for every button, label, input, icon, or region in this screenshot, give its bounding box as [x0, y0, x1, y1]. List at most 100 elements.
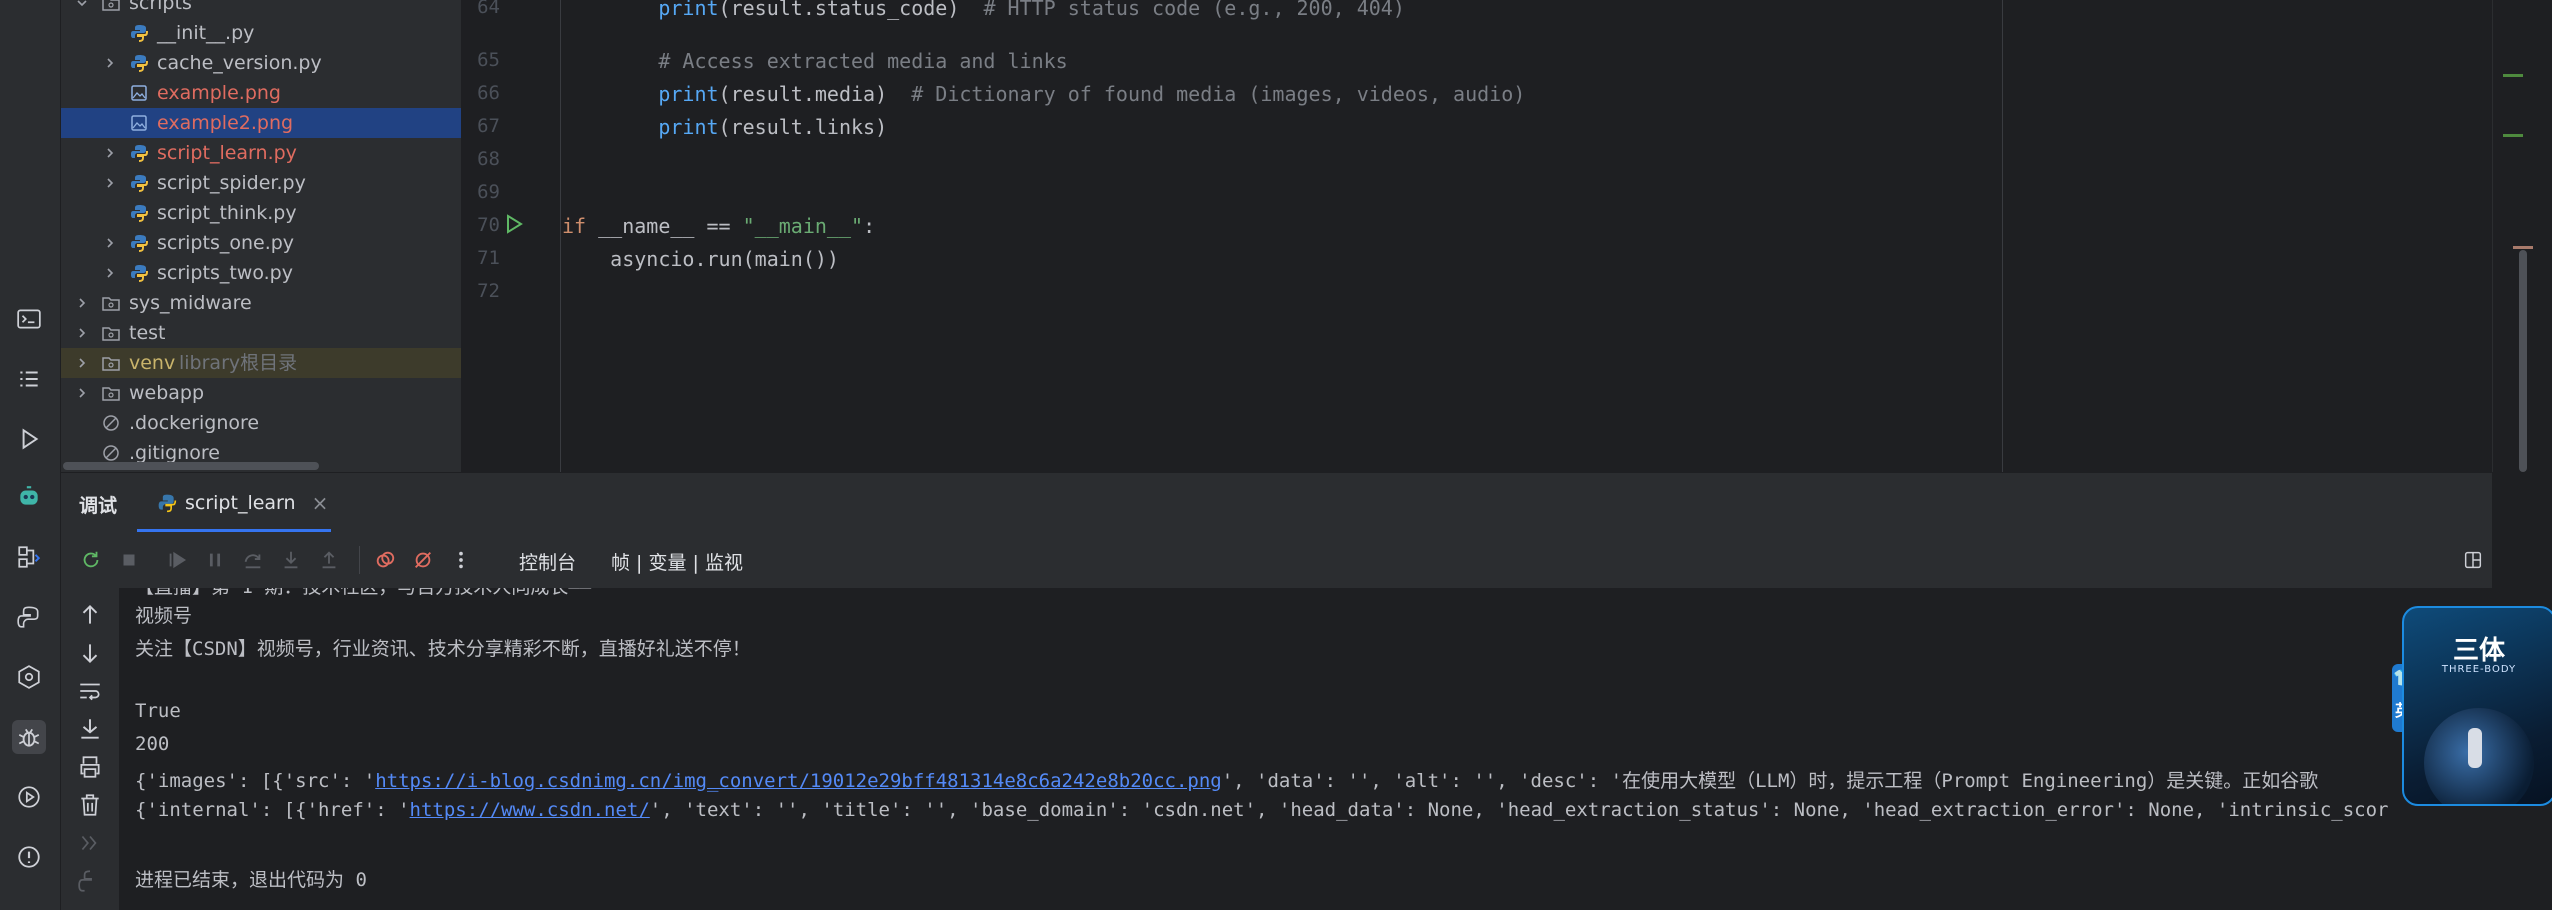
step-into-icon[interactable] [277, 546, 305, 574]
editor-scrollbar-thumb[interactable] [2519, 250, 2527, 472]
console-line-internal: {'internal': [{'href': 'https://www.csdn… [135, 799, 2389, 821]
rerun-icon[interactable] [77, 546, 105, 574]
tab-frames-variables[interactable]: 帧 | 变量 | 监视 [611, 548, 743, 575]
tree-item-label: webapp [129, 382, 205, 404]
console-line: 200 [135, 733, 170, 755]
chevron-right-icon[interactable] [75, 296, 89, 310]
chevron-right-icon[interactable] [103, 266, 117, 280]
internal-suffix: ', 'text': '', 'title': '', 'base_domain… [649, 799, 2389, 821]
tree-item[interactable]: test [61, 318, 461, 348]
pause-icon[interactable] [201, 546, 229, 574]
close-tab-icon[interactable]: × [312, 491, 329, 515]
layout-icon[interactable] [2459, 546, 2487, 574]
copilot-icon[interactable] [12, 480, 46, 514]
tree-item[interactable]: script_think.py [61, 198, 461, 228]
tree-item[interactable]: webapp [61, 378, 461, 408]
run-icon[interactable] [12, 422, 46, 456]
tree-item[interactable]: .dockerignore [61, 408, 461, 438]
folder-icon [102, 0, 120, 11]
python-file-icon [131, 25, 148, 42]
ad-subtitle: THREE-BODY [2441, 664, 2517, 675]
code-line: print(result.status_code) # HTTP status … [658, 0, 1405, 20]
python-console-icon[interactable] [12, 600, 46, 634]
change-marker [2503, 74, 2523, 77]
tab-label: script_learn [185, 492, 296, 514]
view-breakpoints-icon[interactable] [371, 546, 399, 574]
tree-item-label: script_think.py [157, 202, 297, 224]
project-tree: scripts __init__.py cache_version.pyexampl… [61, 0, 461, 472]
astronaut-figure [2468, 728, 2482, 768]
scroll-to-end-icon[interactable] [77, 716, 103, 742]
tree-item[interactable]: cache_version.py [61, 48, 461, 78]
code-line: # Access extracted media and links [562, 49, 1068, 73]
stop-icon[interactable] [115, 546, 143, 574]
step-out-icon[interactable] [315, 546, 343, 574]
tab-console[interactable]: 控制台 [519, 548, 576, 575]
step-over-icon[interactable] [239, 546, 267, 574]
line-number: 67 [477, 115, 500, 137]
chevron-right-icon[interactable] [75, 356, 89, 370]
tree-item[interactable]: scripts [61, 0, 461, 18]
run-gutter-icon[interactable] [504, 214, 524, 234]
more-options-icon[interactable] [447, 546, 475, 574]
terminal-icon[interactable] [12, 302, 46, 336]
tab-script-learn[interactable]: script_learn × [157, 485, 328, 521]
tree-horizontal-scrollbar[interactable] [63, 462, 319, 470]
debug-icon[interactable] [12, 720, 46, 754]
tree-item[interactable]: __init__.py [61, 18, 461, 48]
console-line: 关注【CSDN】视频号，行业资讯、技术分享精彩不断，直播好礼送不停！ [135, 638, 751, 660]
chevron-right-icon[interactable] [103, 56, 117, 70]
tree-item-label: script_learn.py [157, 142, 297, 164]
editor-scroll-rail[interactable] [2492, 0, 2552, 472]
line-number: 71 [477, 247, 500, 269]
tree-item-label: sys_midware [129, 292, 252, 314]
code-line: asyncio.run(main()) [562, 247, 839, 271]
clear-console-icon[interactable] [77, 792, 103, 818]
chevron-right-icon[interactable] [75, 326, 89, 340]
print-icon[interactable] [77, 754, 103, 780]
ignore-file-icon [103, 445, 119, 461]
tree-item[interactable]: example2.png [61, 108, 461, 138]
chevron-right-icon[interactable] [103, 176, 117, 190]
tree-item[interactable]: example.png [61, 78, 461, 108]
code-line: print(result.links) [658, 115, 888, 139]
tool-window-strip [0, 0, 61, 910]
chevron-right-icon[interactable] [103, 236, 117, 250]
right-margin-guide [2002, 0, 2003, 472]
expand-more-icon[interactable] [77, 830, 103, 856]
tree-item-label: scripts_two.py [157, 262, 293, 284]
mute-breakpoints-icon[interactable] [409, 546, 437, 574]
chevron-right-icon[interactable] [103, 146, 117, 160]
tree-item[interactable]: sys_midware [61, 288, 461, 318]
tree-item[interactable]: script_spider.py [61, 168, 461, 198]
python-packages-icon[interactable] [12, 660, 46, 694]
tree-item[interactable]: scripts_one.py [61, 228, 461, 258]
ad-title: 三体 [2452, 636, 2505, 666]
python-file-icon [131, 235, 148, 252]
line-gutter: 64 65 66 67 68 69 70 71 72 [462, 0, 560, 472]
internal-href-link[interactable]: https://www.csdn.net/ [410, 799, 650, 821]
python-prompt-icon[interactable] [77, 868, 103, 894]
soft-wrap-icon[interactable] [77, 678, 103, 704]
console-output[interactable]: 【直播】第 1 期：技术社区，与百万技术人同成长—— 视频号关注【CSDN】视频号… [119, 588, 2492, 910]
code-editor[interactable]: 64 65 66 67 68 69 70 71 72 print(result.status_c… [462, 0, 2492, 472]
line-number: 64 [477, 0, 500, 18]
resume-icon[interactable] [163, 546, 191, 574]
console-line-images: {'images': [{'src': 'https://i-blog.csdn… [135, 766, 2318, 793]
image-src-link[interactable]: https://i-blog.csdnimg.cn/img_convert/19… [375, 770, 1221, 792]
tree-item[interactable]: script_learn.py [61, 138, 461, 168]
tree-item-label: __init__.py [157, 22, 255, 44]
problems-icon[interactable] [12, 840, 46, 874]
console-side-toolbar [61, 588, 119, 910]
chevron-right-icon[interactable] [75, 386, 89, 400]
tree-item[interactable]: scripts_two.py [61, 258, 461, 288]
scroll-down-icon[interactable] [77, 640, 103, 666]
tree-item-label: cache_version.py [157, 52, 322, 74]
structure-icon[interactable] [12, 362, 46, 396]
services-icon[interactable] [12, 540, 46, 574]
tree-item[interactable]: venv library根目录 [61, 348, 461, 378]
services-run-icon[interactable] [12, 780, 46, 814]
scroll-up-icon[interactable] [77, 602, 103, 628]
ad-widget[interactable]: 三体 THREE-BODY [2402, 606, 2552, 806]
chevron-down-icon[interactable] [75, 0, 89, 10]
